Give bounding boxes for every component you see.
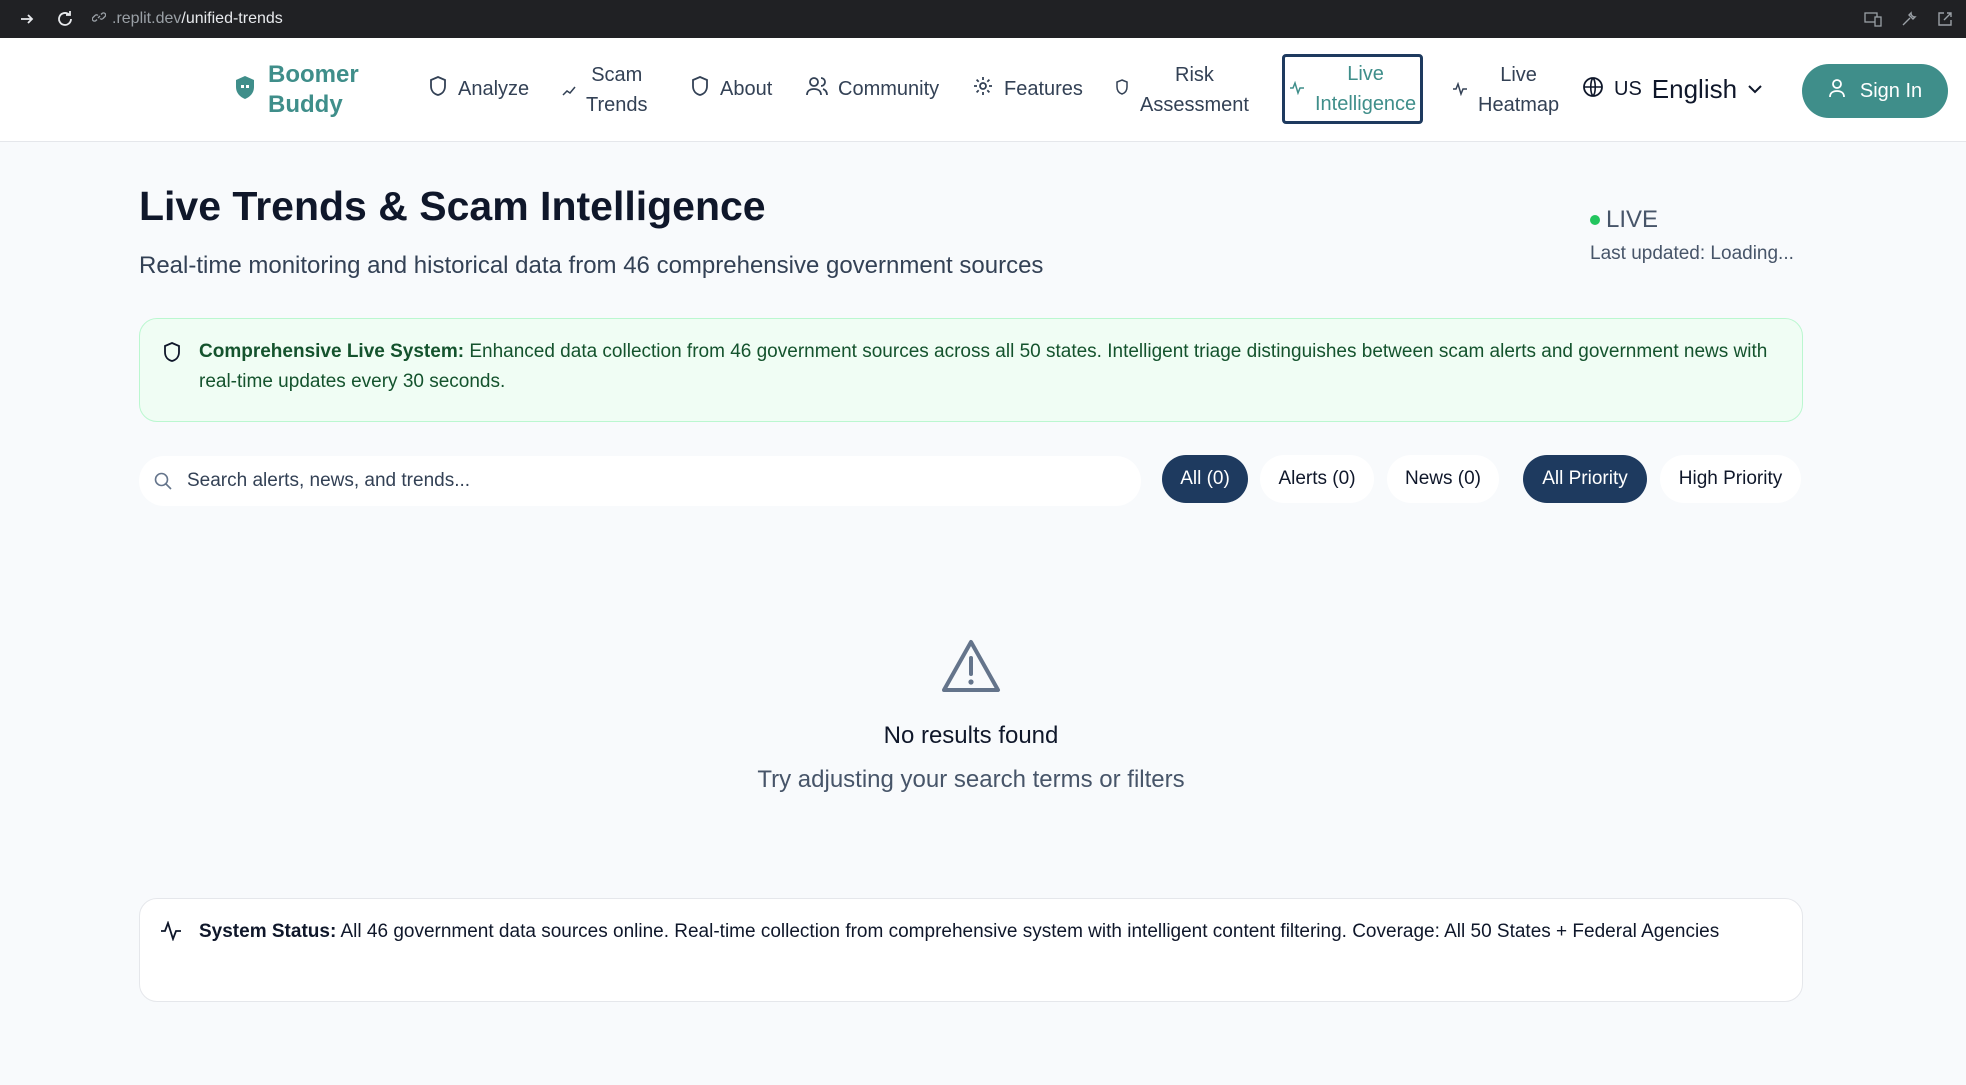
nav-features[interactable]: Features	[972, 74, 1083, 104]
url-path: /unified-trends	[181, 10, 283, 27]
system-info-banner: Comprehensive Live System: Enhanced data…	[139, 318, 1803, 422]
nav-analyze-label: Analyze	[458, 78, 530, 100]
url-host: .replit.dev	[112, 10, 182, 27]
nav-community[interactable]: Community	[806, 74, 939, 104]
info-heading: Comprehensive Live System:	[199, 341, 465, 362]
external-link-icon[interactable]	[1932, 6, 1958, 32]
shield-icon	[428, 75, 448, 103]
shield-logo-icon	[234, 75, 256, 106]
activity-icon	[1289, 78, 1305, 101]
nav-features-label: Features	[1004, 78, 1083, 100]
status-heading: System Status:	[199, 921, 337, 942]
nav-heatmap-line1: Live	[1500, 64, 1537, 86]
reload-icon[interactable]	[46, 0, 84, 38]
user-icon	[1828, 78, 1846, 104]
globe-icon	[1582, 76, 1604, 103]
forward-icon[interactable]	[8, 0, 46, 38]
empty-state-subtitle: Try adjusting your search terms or filte…	[757, 766, 1185, 793]
live-label: LIVE	[1606, 206, 1659, 233]
nav-heatmap-line2: Heatmap	[1478, 94, 1560, 116]
live-indicator: LIVE	[1590, 206, 1658, 234]
nav-about[interactable]: About	[690, 74, 772, 104]
language-code: US	[1614, 78, 1642, 100]
browser-toolbar: .replit.dev/unified-trends	[0, 0, 1966, 38]
nav-analyze[interactable]: Analyze	[428, 74, 529, 104]
nav-about-label: About	[720, 78, 773, 100]
search-input[interactable]	[187, 470, 1087, 492]
chevron-down-icon	[1747, 81, 1763, 99]
devices-icon[interactable]	[1860, 6, 1886, 32]
filter-high-priority[interactable]: High Priority	[1660, 455, 1801, 503]
app-header: Boomer Buddy Analyze Scam Trends About Co…	[0, 38, 1966, 142]
nav-scam-trends-line1: Scam	[591, 64, 643, 86]
trending-up-icon	[562, 79, 576, 102]
gear-icon	[972, 75, 994, 103]
nav-live-intel-line1: Live	[1347, 63, 1384, 85]
nav-risk-line2: Assessment	[1140, 94, 1249, 116]
logo-line-1: Boomer	[268, 61, 359, 88]
filter-all-priority[interactable]: All Priority	[1523, 455, 1647, 503]
nav-scam-trends-line2: Trends	[586, 94, 648, 116]
nav-live-intel-line2: Intelligence	[1315, 93, 1417, 115]
users-icon	[806, 76, 828, 102]
filter-alerts[interactable]: Alerts (0)	[1260, 455, 1374, 503]
activity-icon	[1452, 79, 1468, 102]
search-icon	[153, 471, 173, 491]
nav-live-intelligence[interactable]: Live Intelligence	[1282, 54, 1424, 124]
nav-live-heatmap[interactable]: Live Heatmap	[1452, 60, 1559, 120]
activity-icon	[160, 920, 182, 946]
nav-scam-trends[interactable]: Scam Trends	[562, 60, 648, 120]
shield-icon	[162, 341, 182, 368]
nav-risk-line1: Risk	[1175, 64, 1214, 86]
empty-state-title: No results found	[883, 722, 1059, 749]
shield-icon	[690, 75, 710, 103]
page-title: Live Trends & Scam Intelligence	[139, 183, 766, 229]
address-bar[interactable]: .replit.dev/unified-trends	[91, 10, 283, 29]
filter-all[interactable]: All (0)	[1162, 455, 1248, 503]
warning-triangle-icon	[940, 638, 1002, 699]
link-icon	[91, 10, 107, 29]
nav-community-label: Community	[838, 78, 940, 100]
status-text: All 46 government data sources online. R…	[336, 921, 1720, 942]
search-bar[interactable]	[139, 456, 1141, 506]
logo-line-2: Buddy	[268, 91, 343, 118]
live-dot-icon	[1590, 215, 1600, 225]
shield-icon	[1114, 78, 1130, 102]
tools-icon[interactable]	[1896, 6, 1922, 32]
nav-risk-assessment[interactable]: Risk Assessment	[1114, 60, 1249, 120]
sign-in-label: Sign In	[1859, 79, 1923, 102]
system-status-banner: System Status: All 46 government data so…	[139, 898, 1803, 1002]
language-name: English	[1651, 74, 1738, 104]
page-subtitle: Real-time monitoring and historical data…	[139, 252, 1044, 279]
language-selector[interactable]: US English	[1582, 74, 1763, 105]
brand-logo[interactable]: Boomer Buddy	[234, 60, 359, 120]
last-updated: Last updated: Loading...	[1590, 243, 1794, 264]
filter-news[interactable]: News (0)	[1387, 455, 1499, 503]
sign-in-button[interactable]: Sign In	[1802, 64, 1948, 118]
